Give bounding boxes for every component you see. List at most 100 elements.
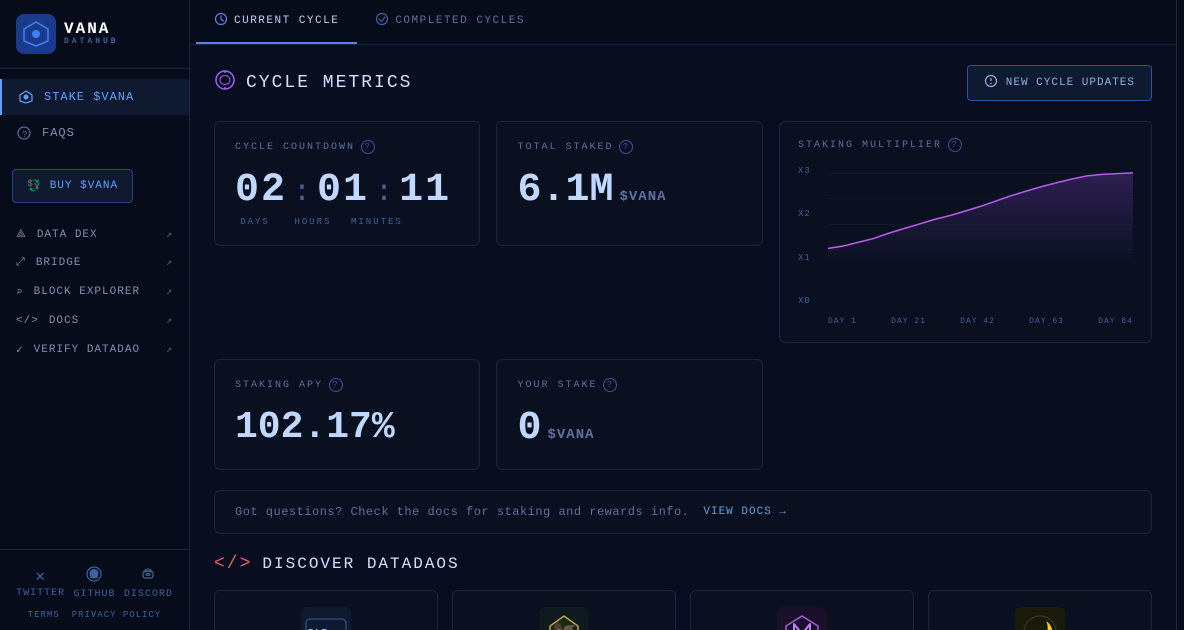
terms-link[interactable]: Terms [28,610,60,620]
dao-card-moon[interactable]: 🌙 Top DataDAO [928,590,1152,630]
github-link[interactable]: Github [73,566,115,600]
discord-icon [140,566,156,587]
countdown-sep-2: : [375,176,393,210]
countdown-sep-1: : [293,176,311,210]
discord-link[interactable]: Discord [124,566,173,600]
x-label-day63: DAY 63 [1029,317,1064,326]
sidebar-item-faqs[interactable]: ? FAQs [0,115,189,151]
y-label-x1: X1 [798,253,811,263]
tab-completed-cycles[interactable]: Completed Cycles [357,0,543,44]
countdown-info-icon[interactable]: ? [361,140,375,154]
sidebar-bottom: ✕ Twitter Github Discord Terms Privacy P… [0,549,189,630]
total-staked-value: 6.1M $VANA [517,168,741,213]
privacy-link[interactable]: Privacy Policy [72,610,162,620]
twitter-icon: ✕ [35,566,46,586]
content-area: Cycle Metrics New Cycle Updates Cycle Co… [190,45,1176,630]
your-stake-card: Your Stake ? 0 $VANA [496,359,762,470]
tab-completed-cycles-label: Completed Cycles [395,15,525,27]
tab-current-cycle-label: Current Cycle [234,15,339,27]
days-label: DAYS [235,217,275,227]
dao-card-dlp[interactable]: DLP labs Top DataDAO [214,590,438,630]
total-staked-number: 6.1M [517,168,613,213]
logo-icon [16,14,56,54]
stake-icon [18,89,34,105]
countdown-display: 02 : 01 : 11 [235,168,459,213]
buy-icon: 💱 [27,179,42,193]
y-label-x2: X2 [798,209,811,219]
staking-multiplier-label: Staking Multiplier ? [798,138,1133,152]
dao-card-hawk[interactable]: 🦅 Top DataDAO [452,590,676,630]
multiplier-chart-svg [828,166,1133,265]
current-cycle-tab-icon [214,12,228,30]
sidebar-item-label-faqs: FAQs [42,126,75,140]
x-label-day21: DAY 21 [891,317,926,326]
new-cycle-button[interactable]: New Cycle Updates [967,65,1152,101]
notification-icon [984,74,998,92]
cycle-countdown-label: Cycle Countdown ? [235,140,459,154]
tab-bar: Current Cycle Completed Cycles [190,0,1176,45]
dao-card-m[interactable]: Top DataDAO [690,590,914,630]
cycle-title: Cycle Metrics [214,69,412,98]
total-staked-suffix: $VANA [619,189,666,205]
external-link-icon: ↗ [166,257,173,269]
sidebar-nav: Stake $VANA ? FAQs 💱 BUY $VANA ⟁ Data De… [0,69,189,549]
github-icon [86,566,102,587]
block-explorer-icon: ⌕ [16,285,24,299]
discover-title: </> Discover DataDAOs [214,554,1152,574]
apy-info-icon[interactable]: ? [329,378,343,392]
logo-name: VANA [64,21,119,39]
metrics-row-1: Cycle Countdown ? 02 : 01 : 11 DAYS HOUR… [214,121,1152,343]
external-link-icon: ↗ [166,286,173,298]
sidebar-item-stake[interactable]: Stake $VANA [0,79,189,115]
your-stake-number: 0 [517,406,541,451]
sidebar-footer-links: Terms Privacy Policy [0,606,189,624]
docs-banner-text: Got questions? Check the docs for stakin… [235,505,689,519]
cycle-metrics-title: Cycle Metrics [246,73,412,93]
data-dex-icon: ⟁ [16,229,27,241]
discover-heading: Discover DataDAOs [262,555,459,573]
hours-label: HOURS [293,217,333,227]
countdown-labels: DAYS HOURS MINUTES [235,217,459,227]
dao-logo-hawk: 🦅 [539,607,589,630]
multiplier-info-icon[interactable]: ? [948,138,962,152]
countdown-days: 02 [235,168,287,213]
sidebar-item-bridge[interactable]: ⤢ Bridge ↗ [0,249,189,277]
view-docs-link[interactable]: View Docs → [703,506,787,518]
logo-text: VANA DATAHUB [64,21,119,47]
sidebar-item-block-explorer[interactable]: ⌕ Block Explorer ↗ [0,277,189,307]
new-cycle-label: New Cycle Updates [1006,77,1135,89]
staking-multiplier-card: Staking Multiplier ? X3 X2 X1 X0 [779,121,1152,343]
buy-label: BUY $VANA [50,180,118,192]
y-label-x3: X3 [798,166,811,176]
your-stake-info-icon[interactable]: ? [603,378,617,392]
logo-sub: DATAHUB [64,38,119,47]
bridge-icon: ⤢ [16,257,26,269]
dao-logo-moon: 🌙 [1015,607,1065,630]
minutes-label: MINUTES [351,217,403,227]
buy-vana-button[interactable]: 💱 BUY $VANA [12,169,133,203]
sidebar-item-label-stake: Stake $VANA [44,90,134,104]
twitter-link[interactable]: ✕ Twitter [16,566,65,600]
docs-banner: Got questions? Check the docs for stakin… [214,490,1152,534]
sidebar-item-verify-datadao[interactable]: ✓ Verify DataDAO ↗ [0,335,189,365]
cycle-countdown-card: Cycle Countdown ? 02 : 01 : 11 DAYS HOUR… [214,121,480,246]
completed-cycles-tab-icon [375,12,389,30]
countdown-hours: 01 [317,168,369,213]
chart-area: X3 X2 X1 X0 [798,166,1133,326]
external-link-icon: ↗ [166,229,173,241]
tab-current-cycle[interactable]: Current Cycle [196,0,357,44]
x-label-day84: DAY 84 [1098,317,1133,326]
sidebar-logo: VANA DATAHUB [0,0,189,69]
dao-logo-m [777,607,827,630]
verify-icon: ✓ [16,343,24,357]
x-label-day1: DAY 1 [828,317,857,326]
y-label-x0: X0 [798,296,811,306]
total-staked-info-icon[interactable]: ? [619,140,633,154]
dao-cards-grid: DLP labs Top DataDAO 🦅 Top DataDAO [214,590,1152,630]
main-content: Current Cycle Completed Cycles Cycle Met… [190,0,1176,630]
total-staked-label: Total Staked ? [517,140,741,154]
sidebar-item-docs[interactable]: </> Docs ↗ [0,307,189,335]
chart-x-labels: DAY 1 DAY 21 DAY 42 DAY 63 DAY 84 [828,317,1133,326]
sidebar-item-data-dex[interactable]: ⟁ Data Dex ↗ [0,221,189,249]
total-staked-card: Total Staked ? 6.1M $VANA [496,121,762,246]
